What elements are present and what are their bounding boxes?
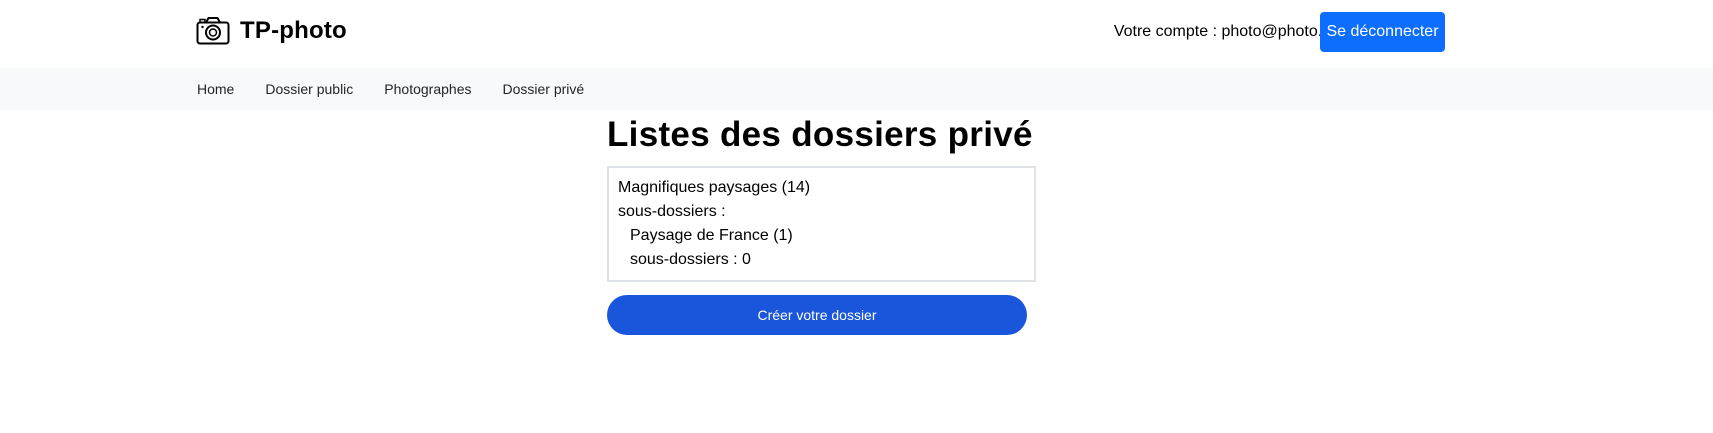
folder-title[interactable]: Magnifiques paysages (14) [618, 176, 1024, 200]
subfolder-subfolders-label: sous-dossiers : 0 [630, 251, 751, 268]
nav-item-dossier-public[interactable]: Dossier public [265, 81, 353, 97]
subfolders-label: sous-dossiers : [618, 203, 726, 220]
nav-list: Home Dossier public Photographes Dossier… [197, 68, 615, 110]
subfolder-title[interactable]: Paysage de France (1) [618, 224, 1024, 248]
top-header: TP-photo Votre compte : photo@photo.fr S… [0, 0, 1713, 67]
main-content: Listes des dossiers privé Magnifiques pa… [607, 110, 1037, 335]
nav-item-home[interactable]: Home [197, 81, 234, 97]
folder-list: Magnifiques paysages (14) sous-dossiers … [607, 166, 1036, 282]
nav-item-photographes[interactable]: Photographes [384, 81, 471, 97]
create-folder-button[interactable]: Créer votre dossier [607, 295, 1027, 335]
page-title: Listes des dossiers privé [607, 115, 1033, 154]
account-info: Votre compte : photo@photo.fr [1113, 23, 1332, 40]
camera-icon [196, 16, 230, 46]
main-navbar: Home Dossier public Photographes Dossier… [0, 68, 1713, 110]
brand-title: TP-photo [240, 17, 347, 44]
nav-item-dossier-prive[interactable]: Dossier privé [502, 81, 584, 97]
brand-link[interactable]: TP-photo [196, 16, 347, 46]
logout-button[interactable]: Se déconnecter [1320, 12, 1445, 52]
